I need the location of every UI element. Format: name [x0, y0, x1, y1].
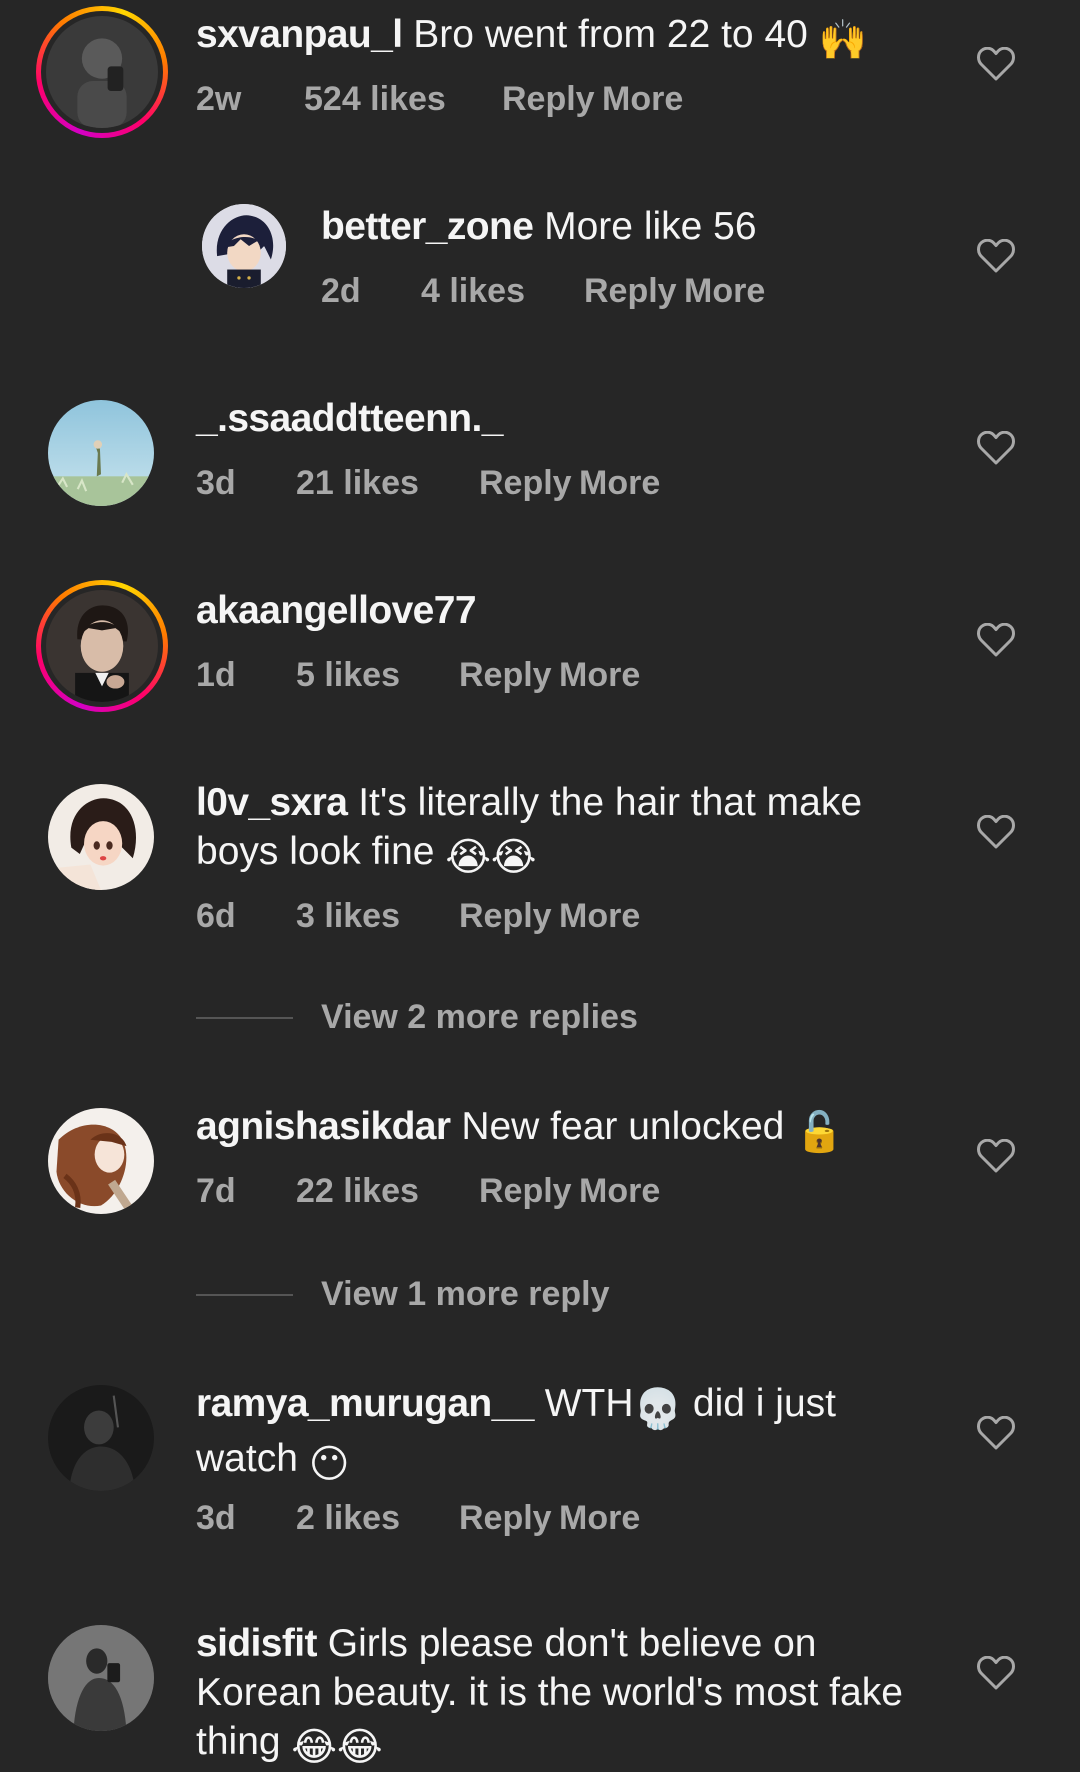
skull-emoji: 💀	[633, 1388, 683, 1431]
like-count[interactable]: 5 likes	[296, 656, 459, 695]
view-more-replies-button[interactable]: View 2 more replies	[321, 998, 638, 1037]
reply-button[interactable]: Reply	[479, 464, 572, 503]
like-count[interactable]: 22 likes	[296, 1172, 479, 1211]
avatar	[46, 16, 158, 128]
like-heart-icon[interactable]	[977, 815, 1015, 849]
like-heart-icon[interactable]	[977, 623, 1015, 657]
comment-time: 1d	[196, 656, 236, 694]
comment-text: akaangellove77	[196, 586, 936, 635]
comment-username[interactable]: l0v_sxra	[196, 781, 348, 824]
raising-hands-emoji: 🙌	[818, 19, 868, 62]
comment-meta: 6d 3 likes Reply More	[196, 897, 640, 936]
reply-button[interactable]: Reply	[459, 1499, 552, 1538]
more-button[interactable]: More	[559, 1499, 640, 1538]
face-without-mouth-emoji: 😶	[308, 1443, 350, 1486]
like-heart-icon[interactable]	[977, 431, 1015, 465]
comment-meta: 2d 4 likes Reply More	[321, 272, 765, 311]
comment-body: Bro went from 22 to 40	[413, 13, 808, 56]
avatar[interactable]	[48, 1385, 154, 1491]
avatar-story-ring[interactable]	[36, 580, 168, 712]
crying-face-emoji: 😭😭	[445, 836, 537, 879]
comment-time: 3d	[196, 1499, 236, 1537]
comment-meta: 1d 5 likes Reply More	[196, 656, 640, 695]
comment-text: agnishasikdar New fear unlocked 🔓	[196, 1102, 936, 1157]
more-button[interactable]: More	[579, 464, 660, 503]
reply-button[interactable]: Reply	[584, 272, 677, 311]
comment-body: New fear unlocked	[461, 1105, 785, 1148]
comment-text: sidisfit Girls please don't believe on K…	[196, 1619, 936, 1772]
like-heart-icon[interactable]	[977, 1656, 1015, 1690]
tears-of-joy-emoji: 😂😂	[291, 1726, 383, 1769]
replies-divider	[196, 1017, 293, 1019]
comment-text: l0v_sxra It's literally the hair that ma…	[196, 778, 936, 882]
comment-time: 7d	[196, 1172, 236, 1210]
comment-time: 2d	[321, 272, 361, 310]
reply-button[interactable]: Reply	[502, 80, 595, 119]
like-heart-icon[interactable]	[977, 1139, 1015, 1173]
comment-text: better_zone More like 56	[321, 202, 941, 251]
avatar-story-ring[interactable]	[36, 6, 168, 138]
comment-time: 3d	[196, 464, 236, 502]
reply-button[interactable]: Reply	[479, 1172, 572, 1211]
comment-body: More like 56	[544, 205, 757, 248]
replies-divider	[196, 1294, 293, 1296]
comment-meta: 2w 524 likes Reply More	[196, 80, 683, 119]
comment-text: _.ssaaddtteenn._	[196, 394, 936, 443]
view-more-replies-button[interactable]: View 1 more reply	[321, 1275, 610, 1314]
comment-time: 2w	[196, 80, 242, 118]
more-button[interactable]: More	[559, 897, 640, 936]
comment-username[interactable]: akaangellove77	[196, 589, 477, 632]
comment-username[interactable]: _.ssaaddtteenn._	[196, 397, 503, 440]
more-button[interactable]: More	[559, 656, 640, 695]
unlocked-emoji: 🔓	[795, 1111, 844, 1154]
avatar[interactable]	[48, 1108, 154, 1214]
comment-time: 6d	[196, 897, 236, 935]
comment-username[interactable]: sidisfit	[196, 1622, 317, 1665]
avatar[interactable]	[48, 1625, 154, 1731]
avatar[interactable]	[48, 400, 154, 506]
like-count[interactable]: 21 likes	[296, 464, 479, 503]
reply-button[interactable]: Reply	[459, 656, 552, 695]
comment-meta: 3d 2 likes Reply More	[196, 1499, 640, 1538]
more-button[interactable]: More	[602, 80, 683, 119]
comment-meta: 7d 22 likes Reply More	[196, 1172, 660, 1211]
more-button[interactable]: More	[684, 272, 765, 311]
avatar	[46, 590, 158, 702]
comment-username[interactable]: better_zone	[321, 205, 534, 248]
comment-meta: 3d 21 likes Reply More	[196, 464, 660, 503]
like-count[interactable]: 4 likes	[421, 272, 584, 311]
comment-username[interactable]: sxvanpau_l	[196, 13, 403, 56]
comment-body: WTH	[544, 1382, 634, 1425]
reply-button[interactable]: Reply	[459, 897, 552, 936]
like-count[interactable]: 2 likes	[296, 1499, 459, 1538]
like-heart-icon[interactable]	[977, 239, 1015, 273]
comment-text: ramya_murugan__ WTH💀 did i just watch 😶	[196, 1379, 936, 1489]
like-count[interactable]: 524 likes	[304, 80, 502, 119]
like-heart-icon[interactable]	[977, 47, 1015, 81]
comment-text: sxvanpau_l Bro went from 22 to 40 🙌	[196, 10, 936, 65]
like-heart-icon[interactable]	[977, 1416, 1015, 1450]
comment-username[interactable]: ramya_murugan__	[196, 1382, 534, 1425]
comment-username[interactable]: agnishasikdar	[196, 1105, 451, 1148]
more-button[interactable]: More	[579, 1172, 660, 1211]
avatar[interactable]	[48, 784, 154, 890]
like-count[interactable]: 3 likes	[296, 897, 459, 936]
avatar[interactable]	[202, 204, 286, 288]
